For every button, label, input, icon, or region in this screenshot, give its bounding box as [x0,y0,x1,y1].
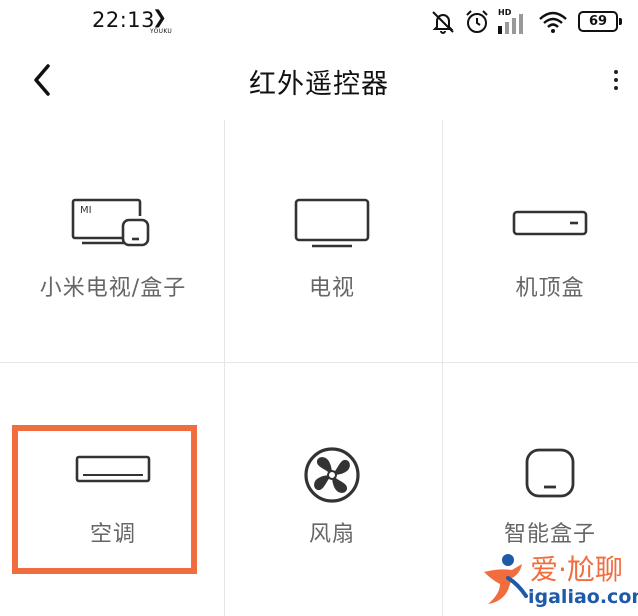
alarm-clock-icon [466,10,488,33]
fan-icon [304,447,360,503]
mute-bell-icon [432,11,454,34]
watermark-text: 爱·尬聊 [530,553,623,586]
battery-indicator: 69 [578,11,622,32]
youku-app-icon: ❯ YOUKU [150,7,173,36]
status-icons: HD 69 [430,8,630,36]
set-top-box-icon [512,210,588,236]
watermark: 爱·尬聊 igaliao.com [478,546,638,612]
page-title: 红外遥控器 [249,69,389,100]
watermark-url: igaliao.com [528,586,638,608]
status-bar: 22:13 ❯ YOUKU HD 69 [0,0,638,46]
highlight-annotation [12,425,197,574]
tv-logo-text: MI [80,205,92,216]
mi-tv-box-icon: MI [71,198,150,247]
status-time: 22:13 [92,8,156,32]
device-tile-tv[interactable]: 电视 [225,120,439,364]
tv-icon [294,198,370,248]
wifi-icon [539,11,567,33]
device-label: 机顶盒 [515,276,585,301]
device-tile-set-top-box[interactable]: 机顶盒 [443,120,638,364]
device-tile-fan[interactable]: 风扇 [225,363,439,607]
device-label: 小米电视/盒子 [39,276,187,301]
title-bar: 红外遥控器 [0,46,638,120]
device-label: 风扇 [308,522,355,547]
youku-label: YOUKU [150,28,173,35]
device-tile-mi-tv-box[interactable]: MI 小米电视/盒子 [6,120,220,364]
device-label: 电视 [308,276,355,301]
signal-icon [498,14,523,34]
more-options-button[interactable] [604,62,628,98]
watermark-logo-icon [484,554,528,604]
smart-box-icon [525,448,575,498]
device-label: 智能盒子 [503,522,596,547]
